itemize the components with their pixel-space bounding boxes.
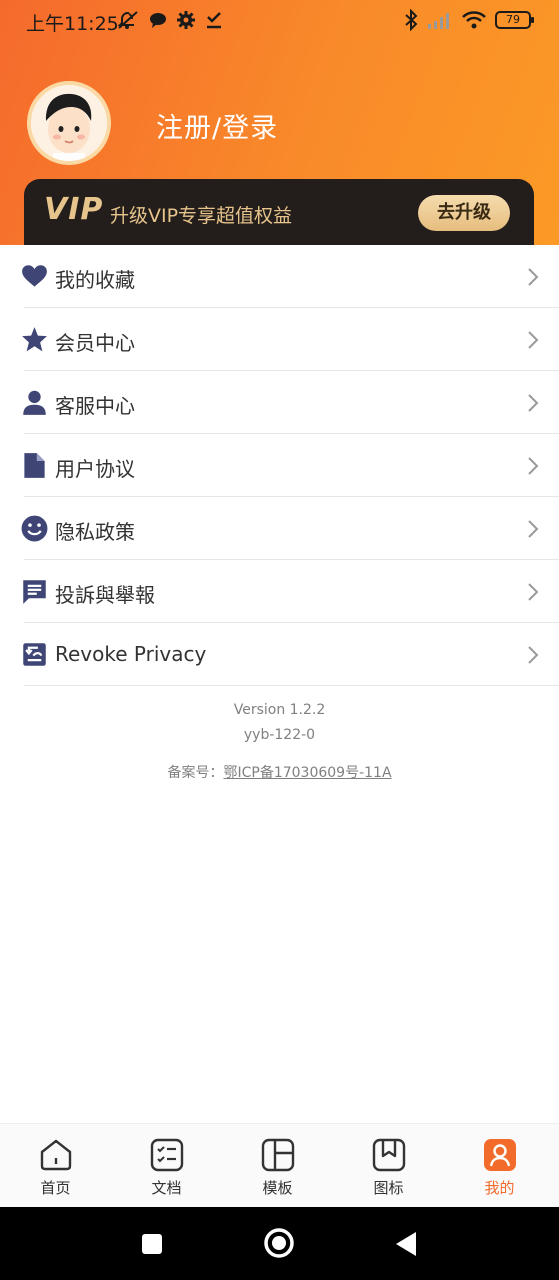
gear-icon (177, 11, 195, 29)
menu-item-user-agreement[interactable]: 用户协议 (0, 434, 559, 497)
menu-item-revoke-privacy[interactable]: Revoke Privacy (0, 623, 559, 686)
menu-item-label: Revoke Privacy (55, 642, 207, 666)
upgrade-button[interactable]: 去升级 (418, 195, 510, 231)
tab-label: 文档 (151, 1179, 182, 1197)
checklist-icon (150, 1138, 184, 1172)
smiley-icon (21, 515, 48, 542)
signal-icon (428, 13, 449, 29)
person-icon (23, 390, 46, 415)
home-icon (40, 1139, 72, 1171)
menu-item-label: 隐私政策 (55, 520, 135, 544)
document-icon (24, 453, 45, 478)
version-text: Version 1.2.2 (233, 702, 326, 718)
system-navigation-bar (0, 1207, 559, 1280)
menu-item-privacy-policy[interactable]: 隐私政策 (0, 497, 559, 560)
chat-bubble-icon (150, 13, 166, 28)
tab-label: 模板 (262, 1179, 293, 1197)
menu-item-customer-service[interactable]: 客服中心 (0, 371, 559, 434)
icp-record: 备案号：鄂ICP备17030609号-11A (0, 762, 559, 782)
battery-icon: 79 (495, 11, 534, 29)
avatar[interactable] (27, 81, 111, 165)
menu-item-label: 客服中心 (55, 394, 135, 418)
star-icon (22, 327, 47, 352)
login-register-link[interactable]: 注册/登录 (156, 106, 278, 145)
tab-label: 首页 (40, 1179, 71, 1197)
home-button-icon[interactable] (263, 1227, 295, 1259)
mute-icon (117, 11, 138, 29)
feedback-icon (23, 580, 46, 604)
status-bar: 上午11:25 79 (0, 0, 559, 42)
download-done-icon (207, 12, 221, 29)
tab-icons[interactable]: 图标 (333, 1124, 444, 1208)
chevron-right-icon (528, 520, 539, 538)
tab-documents[interactable]: 文档 (111, 1124, 222, 1208)
profile-icon (484, 1139, 516, 1171)
menu-item-label: 投訴與舉報 (55, 583, 155, 607)
menu-item-label: 用户协议 (55, 457, 135, 481)
build-text: yyb-122-0 (243, 727, 316, 743)
tab-home[interactable]: 首页 (0, 1124, 111, 1208)
bluetooth-icon (405, 9, 418, 31)
bookmark-icon (372, 1138, 406, 1172)
vip-logo: VIP (44, 192, 104, 227)
vip-banner[interactable]: VIP 升级VIP专享超值权益 去升级 (24, 179, 534, 245)
recent-apps-icon[interactable] (141, 1233, 163, 1255)
heart-icon (22, 265, 47, 287)
divider (24, 685, 559, 686)
wifi-icon (462, 11, 486, 29)
bottom-tab-bar: 首页 文档 模板 图标 我的 (0, 1123, 559, 1207)
icp-prefix: 备案号： (167, 765, 224, 781)
menu-item-label: 会员中心 (55, 331, 135, 355)
tab-label: 我的 (484, 1179, 515, 1197)
back-icon[interactable] (395, 1231, 417, 1257)
chevron-right-icon (528, 268, 539, 286)
template-grid-icon (261, 1138, 295, 1172)
revoke-icon (23, 643, 46, 666)
status-time: 上午11:25 (26, 13, 119, 35)
menu-item-report[interactable]: 投訴與舉報 (0, 560, 559, 623)
chevron-right-icon (528, 646, 539, 664)
chevron-right-icon (528, 394, 539, 412)
menu-item-membership[interactable]: 会员中心 (0, 308, 559, 371)
menu-item-label: 我的收藏 (55, 268, 135, 292)
menu-item-favorites[interactable]: 我的收藏 (0, 245, 559, 308)
vip-description: 升级VIP专享超值权益 (110, 205, 293, 227)
tab-mine[interactable]: 我的 (444, 1124, 555, 1208)
tab-templates[interactable]: 模板 (222, 1124, 333, 1208)
chevron-right-icon (528, 583, 539, 601)
profile-header: 上午11:25 79 注册/登录 VIP 升级VIP专享超值权益 去升级 (0, 0, 559, 245)
avatar-face-icon (31, 85, 107, 161)
chevron-right-icon (528, 457, 539, 475)
chevron-right-icon (528, 331, 539, 349)
icp-link[interactable]: 鄂ICP备17030609号-11A (223, 765, 391, 781)
settings-menu: 我的收藏 会员中心 客服中心 用户协议 隐私政策 投訴與舉報 Revoke Pr… (0, 245, 559, 686)
tab-label: 图标 (373, 1179, 404, 1197)
